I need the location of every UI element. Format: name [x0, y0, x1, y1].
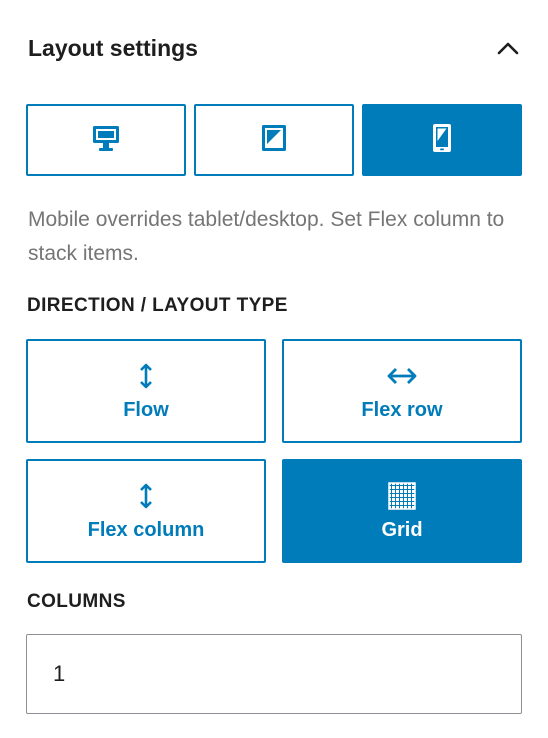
flex-row-button[interactable]: Flex row	[282, 339, 522, 443]
columns-input[interactable]	[26, 634, 522, 714]
arrow-left-right-icon	[386, 361, 418, 391]
columns-label: COLUMNS	[27, 591, 126, 612]
panel-title: Layout settings	[28, 34, 198, 61]
layout-settings-header[interactable]: Layout settings	[28, 28, 520, 68]
grid-icon	[388, 481, 416, 511]
layout-settings-panel: Layout settings Mobile overrides tablet/…	[0, 0, 548, 738]
flow-button[interactable]: Flow	[26, 339, 266, 443]
help-text: Mobile overrides tablet/desktop. Set Fle…	[28, 208, 505, 265]
flow-label: Flow	[123, 398, 169, 421]
grid-button[interactable]: Grid	[282, 459, 522, 563]
flex-column-button[interactable]: Flex column	[26, 459, 266, 563]
flex-column-label: Flex column	[87, 518, 205, 541]
tablet-device-button[interactable]	[194, 104, 354, 176]
tablet-icon	[259, 123, 289, 158]
device-switcher	[26, 104, 522, 176]
arrow-up-down-icon	[138, 481, 154, 511]
mobile-icon	[431, 123, 453, 158]
chevron-up-icon[interactable]	[496, 36, 520, 60]
mobile-device-button[interactable]	[362, 104, 522, 176]
layout-type-options: Flow Flex row Flex column Grid	[26, 339, 522, 563]
flex-row-label: Flex row	[361, 398, 443, 421]
grid-label: Grid	[381, 518, 423, 541]
arrow-up-down-icon	[138, 361, 154, 391]
direction-label: DIRECTION / LAYOUT TYPE	[27, 295, 288, 316]
desktop-icon	[91, 123, 121, 158]
desktop-device-button[interactable]	[26, 104, 186, 176]
